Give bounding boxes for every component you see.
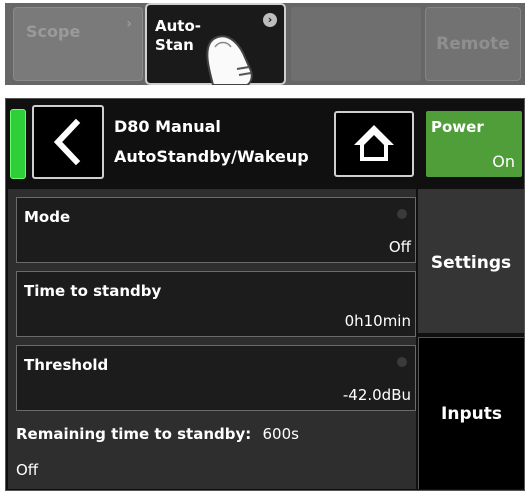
device-name: D80 Manual [114, 117, 221, 136]
indicator-dot [397, 357, 407, 367]
chevron-right-icon: › [126, 16, 132, 32]
threshold-value: -42.0dBu [342, 386, 411, 404]
scope-tile[interactable]: Scope › [13, 7, 143, 81]
tab-settings-label: Settings [430, 253, 512, 273]
header-titles: D80 Manual AutoStandby/Wakeup [114, 117, 309, 177]
scope-label: Scope [26, 22, 81, 41]
time-to-standby-field[interactable]: Time to standby 0h10min [16, 271, 416, 337]
remaining-value: 600s [262, 425, 299, 443]
mode-label: Mode [24, 208, 71, 226]
indicator-dot [397, 209, 407, 219]
status-led [10, 109, 26, 179]
mode-field[interactable]: Mode Off [16, 197, 416, 263]
home-button[interactable] [334, 111, 414, 177]
power-label: Power [431, 118, 484, 136]
remote-tile[interactable]: Remote [425, 7, 521, 81]
standby-status: Off [16, 461, 39, 479]
chevron-circle-icon: › [263, 13, 277, 27]
mode-value: Off [388, 238, 411, 256]
pointing-finger-icon [206, 35, 253, 85]
tab-inputs[interactable]: Inputs [418, 337, 524, 489]
threshold-label: Threshold [24, 356, 109, 374]
back-button[interactable] [32, 105, 104, 179]
time-to-standby-label: Time to standby [24, 282, 162, 300]
page-title: AutoStandby/Wakeup [114, 147, 309, 166]
time-to-standby-value: 0h10min [344, 312, 411, 330]
chevron-left-icon [53, 118, 81, 166]
settings-panel: Mode Off Time to standby 0h10min Thresho… [8, 189, 416, 489]
threshold-field[interactable]: Threshold -42.0dBu [16, 345, 416, 411]
power-button[interactable]: Power On [426, 111, 522, 177]
remaining-label: Remaining time to standby: [16, 425, 252, 443]
blank-tile [291, 7, 421, 81]
power-value: On [492, 152, 515, 171]
remote-label: Remote [436, 34, 510, 54]
top-menu-strip: Scope › Auto- Stan › Remote [5, 3, 525, 85]
tab-inputs-label: Inputs [441, 404, 502, 424]
home-icon [354, 125, 394, 161]
tab-settings[interactable]: Settings [418, 189, 524, 333]
device-screen: D80 Manual AutoStandby/Wakeup Power On M… [5, 98, 525, 491]
remaining-time: Remaining time to standby: 600s [16, 425, 299, 443]
